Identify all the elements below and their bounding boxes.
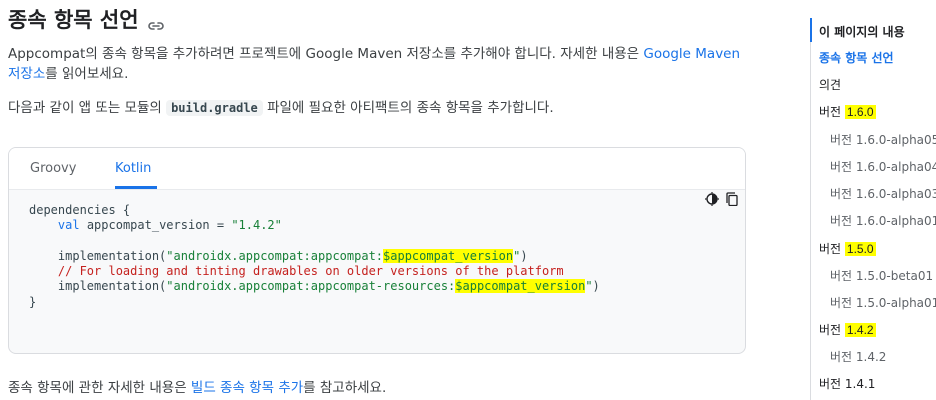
code-string: "androidx.appcompat:appcompat-resources: bbox=[166, 279, 456, 294]
build-gradle-code: build.gradle bbox=[166, 100, 263, 116]
code-string: "1.4.2" bbox=[231, 218, 282, 233]
page-title: 종속 항목 선언 bbox=[8, 4, 165, 34]
code-comment: // For loading and tinting drawables on … bbox=[57, 264, 564, 279]
toc-subitem[interactable]: 버전 1.6.0-alpha05 bbox=[830, 131, 936, 148]
toc-subitem[interactable]: 버전 1.4.2 bbox=[830, 348, 886, 365]
instruction-text: 다음과 같이 앱 또는 모듈의 bbox=[8, 100, 167, 116]
tab-groovy[interactable]: Groovy bbox=[30, 161, 76, 176]
link-icon[interactable] bbox=[147, 13, 165, 30]
toc-item-version-highlight: 1.6.0 bbox=[844, 105, 876, 119]
intro-text-end: 를 읽어보세요. bbox=[45, 66, 129, 82]
toc-item-version-highlight: 1.4.2 bbox=[844, 323, 876, 337]
main-content: 종속 항목 선언 Appcompat의 종속 항목을 추가하려면 프로젝트에 G… bbox=[0, 0, 760, 400]
reference-paragraph: 종속 항목에 관한 자세한 내용은 빌드 종속 항목 추가를 참고하세요. bbox=[8, 378, 386, 398]
dark-mode-icon[interactable] bbox=[705, 192, 719, 206]
code-text: ) bbox=[592, 279, 600, 294]
tab-kotlin[interactable]: Kotlin bbox=[115, 161, 151, 176]
toc-subitem[interactable]: 버전 1.5.0-alpha01 bbox=[830, 294, 936, 311]
code-keyword: val bbox=[57, 218, 80, 233]
active-tab-indicator bbox=[115, 186, 157, 189]
code-string: "androidx.appcompat:appcompat: bbox=[166, 248, 384, 263]
toc-item[interactable]: 버전 1.4.1 bbox=[819, 375, 875, 392]
toc-item-prefix: 버전 bbox=[819, 242, 845, 256]
toc-subitem[interactable]: 버전 1.6.0-alpha04 bbox=[830, 158, 936, 175]
code-text: implementation( bbox=[57, 248, 167, 263]
toc-subitem[interactable]: 버전 1.5.0-beta01 bbox=[830, 267, 933, 284]
code-tabs: Groovy Kotlin bbox=[9, 148, 745, 190]
code-text: implementation( bbox=[57, 279, 167, 294]
toc-item-prefix: 버전 bbox=[819, 105, 845, 119]
code-highlight: $appcompat_version bbox=[383, 248, 514, 263]
code-content: dependencies { val appcompat_version = "… bbox=[29, 203, 600, 310]
toc-item-prefix: 버전 bbox=[819, 323, 845, 337]
copy-icon[interactable] bbox=[725, 192, 739, 207]
code-highlight: $appcompat_version bbox=[455, 279, 586, 294]
toc-subitem[interactable]: 버전 1.6.0-alpha03 bbox=[830, 185, 936, 202]
toc-subitem[interactable]: 버전 1.6.0-alpha01 bbox=[830, 212, 936, 229]
toc-heading: 이 페이지의 내용 bbox=[819, 25, 905, 39]
instruction-paragraph: 다음과 같이 앱 또는 모듈의 build.gradle 파일에 필요한 아티팩… bbox=[8, 98, 554, 118]
instruction-text-end: 파일에 필요한 아티팩트의 종속 항목을 추가합니다. bbox=[262, 100, 554, 116]
code-line: dependencies { bbox=[29, 203, 131, 217]
page-title-text: 종속 항목 선언 bbox=[8, 8, 139, 32]
toc-item[interactable]: 버전 1.6.0 bbox=[819, 103, 876, 120]
toc-item[interactable]: 의견 bbox=[819, 76, 841, 93]
code-toolbar bbox=[705, 192, 739, 207]
toc-active-indicator bbox=[810, 18, 812, 42]
reference-text: 종속 항목에 관한 자세한 내용은 bbox=[8, 380, 191, 396]
toc-item[interactable]: 버전 1.5.0 bbox=[819, 240, 876, 257]
table-of-contents: 이 페이지의 내용 종속 항목 선언의견버전 1.6.0 버전 1.6.0-alp… bbox=[810, 18, 936, 400]
reference-text-end: 를 참고하세요. bbox=[303, 380, 387, 396]
build-dependencies-link[interactable]: 빌드 종속 항목 추가 bbox=[191, 380, 303, 396]
intro-text: Appcompat의 종속 항목을 추가하려면 프로젝트에 Google Mav… bbox=[8, 46, 644, 62]
code-string: " bbox=[585, 279, 593, 294]
toc-item[interactable]: 버전 1.4.2 bbox=[819, 321, 876, 338]
toc-item-version-highlight: 1.5.0 bbox=[844, 242, 876, 256]
code-text: ) bbox=[520, 248, 528, 263]
toc-item[interactable]: 종속 항목 선언 bbox=[819, 49, 894, 66]
code-line: } bbox=[29, 294, 37, 309]
code-block: Groovy Kotlin dependencies { val appcomp… bbox=[8, 147, 746, 354]
intro-paragraph: Appcompat의 종속 항목을 추가하려면 프로젝트에 Google Mav… bbox=[8, 44, 748, 84]
code-text: appcompat_version = bbox=[79, 218, 232, 233]
